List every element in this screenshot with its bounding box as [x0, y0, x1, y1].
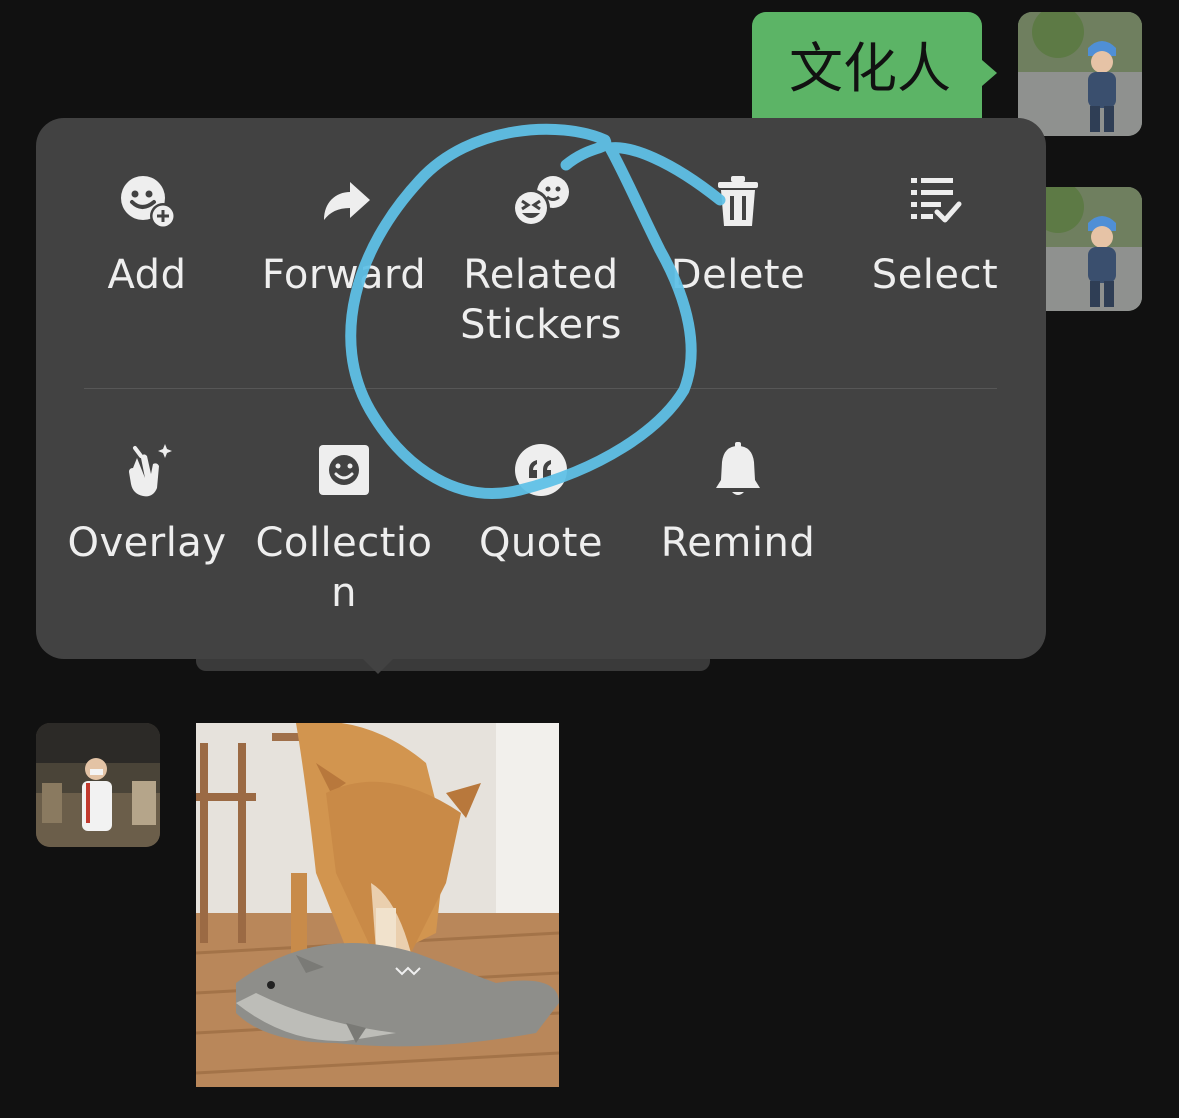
menu-item-remind[interactable]: Remind: [640, 438, 836, 568]
menu-item-collection[interactable]: Collectio n: [246, 438, 442, 618]
menu-item-select[interactable]: Select: [837, 170, 1033, 300]
message-text: 文化人: [789, 37, 951, 100]
menu-item-label: Delete: [670, 252, 806, 298]
menu-item-label: Remind: [660, 520, 816, 566]
menu-item-label: Related Stickers: [460, 252, 622, 348]
emoji-add-icon: [115, 170, 179, 234]
menu-item-add[interactable]: Add: [49, 170, 245, 300]
forward-arrow-icon: [312, 170, 376, 234]
menu-pointer-arrow: [360, 656, 396, 674]
menu-divider: [84, 388, 997, 389]
related-stickers-icon: [509, 170, 573, 234]
avatar[interactable]: [36, 723, 160, 847]
menu-item-label: Add: [107, 252, 187, 298]
sticker-image[interactable]: [196, 723, 559, 1087]
menu-item-label: Quote: [478, 520, 604, 566]
menu-item-label: Collectio n: [255, 520, 433, 616]
menu-item-label: Overlay: [67, 520, 227, 566]
context-menu: Add Forward Related Stickers Delete Sele…: [36, 118, 1046, 659]
menu-item-delete[interactable]: Delete: [640, 170, 836, 300]
overlay-hand-icon: [115, 438, 179, 502]
quote-icon: [509, 438, 573, 502]
select-list-icon: [903, 170, 967, 234]
menu-item-quote[interactable]: Quote: [443, 438, 639, 568]
menu-item-label: Forward: [261, 252, 427, 298]
trash-icon: [706, 170, 770, 234]
avatar[interactable]: [1018, 12, 1142, 136]
bell-icon: [706, 438, 770, 502]
menu-item-label: Select: [871, 252, 999, 298]
bubble-tail: [982, 60, 997, 86]
collection-icon: [312, 438, 376, 502]
menu-item-related-stickers[interactable]: Related Stickers: [443, 170, 639, 350]
menu-item-forward[interactable]: Forward: [246, 170, 442, 300]
menu-item-overlay[interactable]: Overlay: [49, 438, 245, 568]
